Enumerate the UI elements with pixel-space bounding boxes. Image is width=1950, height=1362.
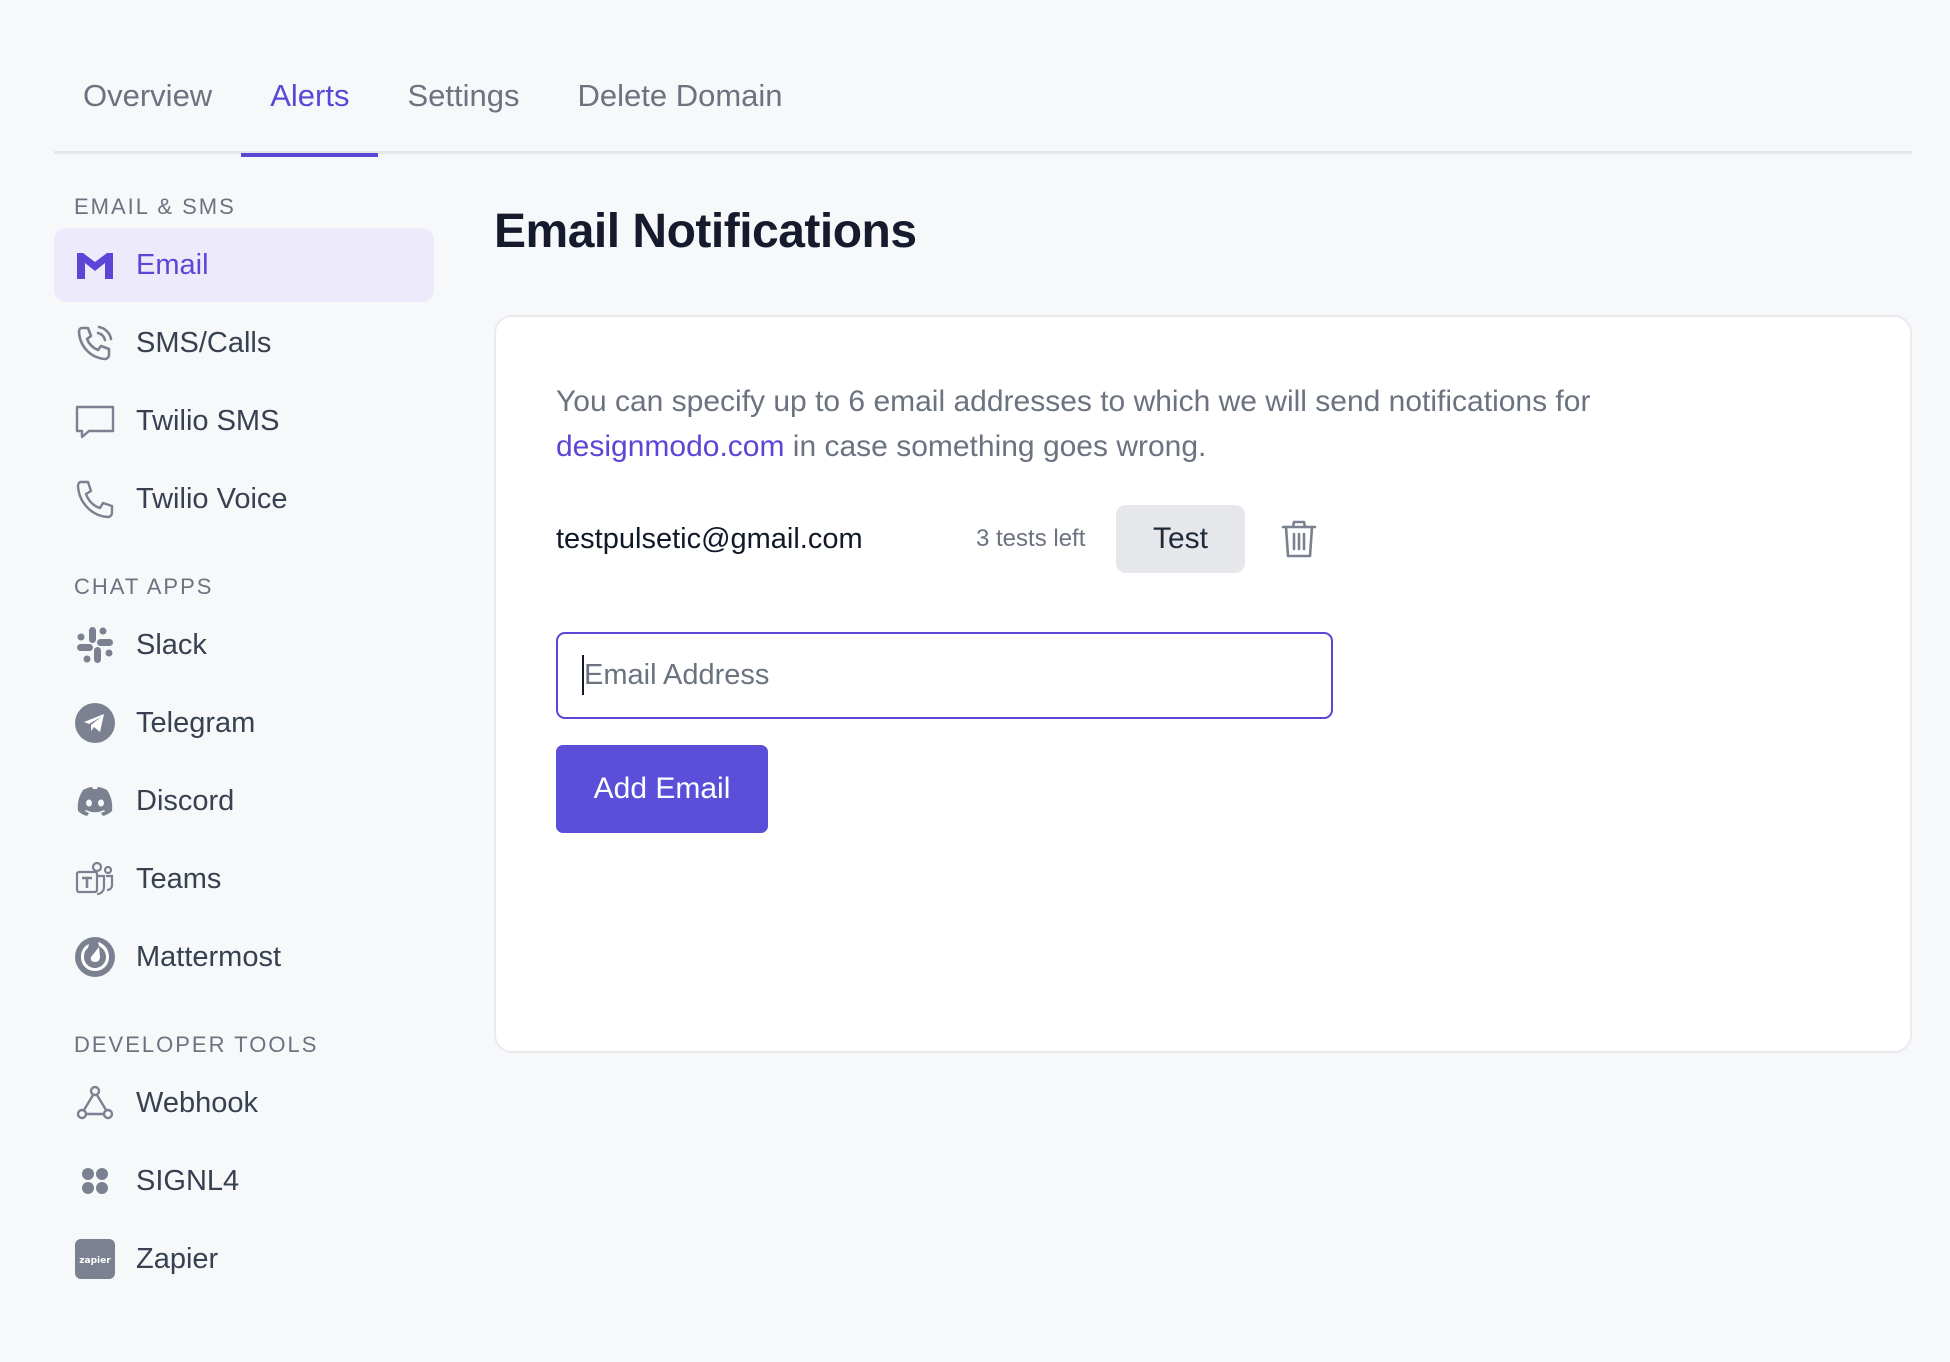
email-row: testpulsetic@gmail.com 3 tests left Test	[556, 505, 1356, 573]
sidebar-item-slack[interactable]: Slack	[54, 608, 434, 682]
email-address-input[interactable]	[556, 632, 1333, 719]
sidebar-item-label: Teams	[136, 862, 222, 895]
tab-bar: Overview Alerts Settings Delete Domain	[54, 60, 1912, 157]
sidebar-item-label: Telegram	[136, 706, 256, 739]
tab-alerts[interactable]: Alerts	[241, 60, 379, 157]
email-notifications-card: You can specify up to 6 email addresses …	[494, 315, 1912, 1053]
svg-text:zapier: zapier	[79, 1256, 111, 1266]
sidebar-item-mattermost[interactable]: Mattermost	[54, 920, 434, 994]
domain-link[interactable]: designmodo.com	[556, 430, 784, 463]
section-title-chat-apps: CHAT APPS	[74, 574, 214, 599]
description-text-end: in case something goes wrong.	[784, 430, 1207, 463]
description: You can specify up to 6 email addresses …	[556, 379, 1756, 469]
sidebar-item-label: Twilio Voice	[136, 482, 288, 515]
sidebar-item-sms-calls[interactable]: SMS/Calls	[54, 306, 434, 380]
sidebar-item-webhook[interactable]: Webhook	[54, 1066, 434, 1140]
email-address: testpulsetic@gmail.com	[556, 522, 863, 555]
webhook-icon	[72, 1080, 118, 1126]
phone-calls-icon	[72, 320, 118, 366]
add-email-button[interactable]: Add Email	[556, 745, 768, 833]
sidebar-item-signl4[interactable]: SIGNL4	[54, 1144, 434, 1218]
text-cursor	[582, 655, 584, 695]
tests-left-count: 3 tests left	[976, 525, 1086, 552]
sidebar-item-label: Zapier	[136, 1242, 219, 1275]
page-title: Email Notifications	[494, 205, 917, 258]
sidebar-item-teams[interactable]: Teams	[54, 842, 434, 916]
sidebar-item-label: Mattermost	[136, 940, 282, 973]
sidebar: EMAIL & SMS Email SMS/Calls Twilio SMS T…	[54, 190, 434, 1296]
sidebar-item-label: Twilio SMS	[136, 404, 280, 437]
sidebar-item-label: Discord	[136, 784, 235, 817]
signl4-icon	[72, 1158, 118, 1204]
section-title-email-sms: EMAIL & SMS	[74, 194, 236, 219]
sidebar-item-label: Email	[136, 248, 209, 281]
chat-bubble-icon	[72, 398, 118, 444]
slack-icon	[72, 622, 118, 668]
test-button[interactable]: Test	[1116, 505, 1245, 573]
zapier-icon: zapier	[72, 1236, 118, 1282]
sidebar-item-label: SIGNL4	[136, 1164, 240, 1197]
sidebar-item-discord[interactable]: Discord	[54, 764, 434, 838]
phone-icon	[72, 476, 118, 522]
sidebar-item-twilio-voice[interactable]: Twilio Voice	[54, 462, 434, 536]
sidebar-item-zapier[interactable]: zapier Zapier	[54, 1222, 434, 1296]
section-title-developer-tools: DEVELOPER TOOLS	[74, 1032, 319, 1057]
sidebar-item-email[interactable]: Email	[54, 228, 434, 302]
sidebar-item-label: Webhook	[136, 1086, 258, 1119]
sidebar-item-telegram[interactable]: Telegram	[54, 686, 434, 760]
tab-settings[interactable]: Settings	[378, 60, 548, 154]
mattermost-icon	[72, 934, 118, 980]
tab-overview[interactable]: Overview	[54, 60, 241, 154]
description-text: You can specify up to 6 email addresses …	[556, 385, 1591, 418]
gmail-icon	[72, 242, 118, 288]
trash-icon[interactable]	[1279, 518, 1319, 560]
telegram-icon	[72, 700, 118, 746]
page: Overview Alerts Settings Delete Domain E…	[0, 0, 1950, 1362]
teams-icon	[72, 856, 118, 902]
sidebar-item-label: SMS/Calls	[136, 326, 272, 359]
tab-delete-domain[interactable]: Delete Domain	[548, 60, 811, 154]
sidebar-item-twilio-sms[interactable]: Twilio SMS	[54, 384, 434, 458]
discord-icon	[72, 778, 118, 824]
sidebar-item-label: Slack	[136, 628, 207, 661]
